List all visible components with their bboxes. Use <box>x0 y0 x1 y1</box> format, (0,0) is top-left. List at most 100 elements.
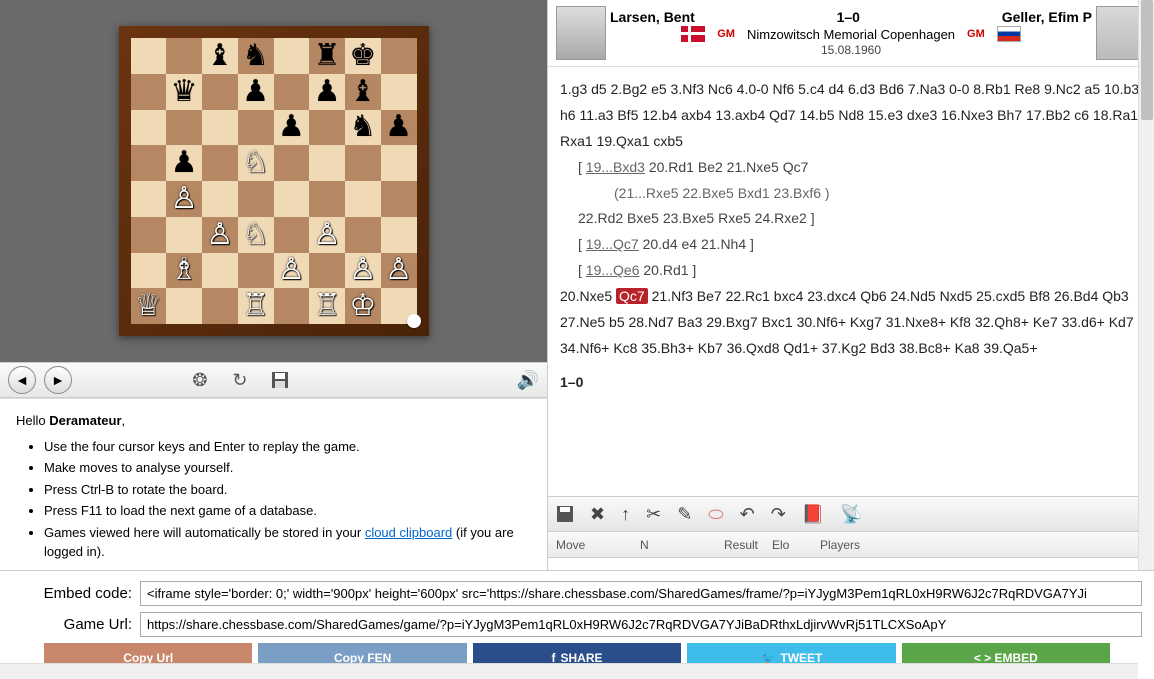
toolbar-undo-icon[interactable]: ↶ <box>740 504 755 525</box>
square[interactable]: ♟ <box>381 110 417 146</box>
square[interactable] <box>309 110 345 146</box>
square[interactable] <box>274 288 310 324</box>
piece-P[interactable]: ♙ <box>385 255 412 285</box>
variation-2-start[interactable]: 19...Qc7 <box>586 236 639 252</box>
variation-3-rest[interactable]: 20.Rd1 ] <box>643 262 696 278</box>
square[interactable]: ♙ <box>166 181 202 217</box>
square[interactable] <box>202 288 238 324</box>
toolbar-annotate-icon[interactable]: ✎ <box>677 504 692 525</box>
piece-p[interactable]: ♟ <box>385 112 412 142</box>
square[interactable] <box>131 253 167 289</box>
refresh-icon[interactable]: ↻ <box>229 369 251 391</box>
notation-main-2-pre[interactable]: 20.Nxe5 <box>560 288 612 304</box>
vertical-scrollbar[interactable] <box>1138 0 1154 570</box>
piece-N[interactable]: ♘ <box>242 148 269 178</box>
horizontal-scrollbar[interactable] <box>0 663 1138 679</box>
square[interactable]: ♙ <box>345 253 381 289</box>
toolbar-erase-icon[interactable]: ⬭ <box>708 504 723 525</box>
square[interactable] <box>131 181 167 217</box>
square[interactable]: ♙ <box>309 217 345 253</box>
variation-3-start[interactable]: 19...Qe6 <box>586 262 640 278</box>
piece-P[interactable]: ♙ <box>314 220 341 250</box>
col-move[interactable]: Move <box>556 538 640 552</box>
square[interactable]: ♙ <box>274 253 310 289</box>
piece-R[interactable]: ♖ <box>242 291 269 321</box>
square[interactable]: ♜ <box>309 38 345 74</box>
square[interactable] <box>202 74 238 110</box>
current-move[interactable]: Qc7 <box>616 288 648 304</box>
square[interactable] <box>345 217 381 253</box>
nav-forward-button[interactable]: ► <box>44 366 72 394</box>
chess-board[interactable]: ♝♞♜♚♛♟♟♝♟♞♟♟♘♙♙♘♙♗♙♙♙♕♖♖♔ <box>131 38 417 324</box>
square[interactable]: ♚ <box>345 38 381 74</box>
piece-p[interactable]: ♟ <box>171 148 198 178</box>
notation-main-1[interactable]: 1.g3 d5 2.Bg2 e5 3.Nf3 Nc6 4.0-0 Nf6 5.c… <box>560 81 1139 149</box>
square[interactable]: ♟ <box>238 74 274 110</box>
square[interactable]: ♗ <box>166 253 202 289</box>
square[interactable] <box>238 181 274 217</box>
game-url-input[interactable] <box>140 612 1142 637</box>
square[interactable] <box>202 145 238 181</box>
square[interactable]: ♟ <box>309 74 345 110</box>
embed-code-input[interactable] <box>140 581 1142 606</box>
square[interactable]: ♞ <box>238 38 274 74</box>
scrollbar-thumb[interactable] <box>1141 0 1153 120</box>
square[interactable] <box>345 145 381 181</box>
piece-p[interactable]: ♟ <box>242 77 269 107</box>
square[interactable] <box>381 74 417 110</box>
variation-1-rest[interactable]: 20.Rd1 Be2 21.Nxe5 Qc7 <box>649 159 809 175</box>
piece-b[interactable]: ♝ <box>349 77 376 107</box>
square[interactable] <box>166 38 202 74</box>
square[interactable] <box>131 110 167 146</box>
square[interactable]: ♕ <box>131 288 167 324</box>
piece-n[interactable]: ♞ <box>242 41 269 71</box>
variation-1-cont[interactable]: 22.Rd2 Bxe5 23.Bxe5 Rxe5 24.Rxe2 ] <box>578 210 815 226</box>
square[interactable]: ♟ <box>274 110 310 146</box>
square[interactable] <box>202 181 238 217</box>
col-players[interactable]: Players <box>820 538 1146 552</box>
piece-q[interactable]: ♛ <box>171 77 198 107</box>
cloud-clipboard-link[interactable]: cloud clipboard <box>365 525 452 540</box>
nav-back-button[interactable]: ◄ <box>8 366 36 394</box>
col-elo[interactable]: Elo <box>772 538 820 552</box>
piece-P[interactable]: ♙ <box>349 255 376 285</box>
square[interactable] <box>381 145 417 181</box>
piece-Q[interactable]: ♕ <box>135 291 162 321</box>
piece-k[interactable]: ♚ <box>349 41 376 71</box>
square[interactable] <box>131 145 167 181</box>
square[interactable] <box>166 110 202 146</box>
square[interactable] <box>274 181 310 217</box>
piece-R[interactable]: ♖ <box>314 291 341 321</box>
square[interactable] <box>202 253 238 289</box>
piece-p[interactable]: ♟ <box>278 112 305 142</box>
square[interactable] <box>131 74 167 110</box>
square[interactable] <box>381 181 417 217</box>
square[interactable]: ♝ <box>345 74 381 110</box>
square[interactable] <box>166 217 202 253</box>
square[interactable] <box>309 253 345 289</box>
toolbar-branch-icon[interactable]: ✖ <box>590 504 605 525</box>
piece-B[interactable]: ♗ <box>171 255 198 285</box>
piece-P[interactable]: ♙ <box>278 255 305 285</box>
square[interactable]: ♙ <box>381 253 417 289</box>
square[interactable]: ♘ <box>238 217 274 253</box>
square[interactable]: ♙ <box>202 217 238 253</box>
square[interactable]: ♟ <box>166 145 202 181</box>
square[interactable] <box>381 38 417 74</box>
toolbar-promote-icon[interactable]: ↑ <box>621 504 630 525</box>
square[interactable]: ♖ <box>238 288 274 324</box>
piece-b[interactable]: ♝ <box>206 41 233 71</box>
square[interactable] <box>309 181 345 217</box>
engine-icon[interactable]: ❂ <box>189 369 211 391</box>
square[interactable] <box>131 38 167 74</box>
square[interactable] <box>274 217 310 253</box>
square[interactable] <box>238 110 274 146</box>
square[interactable] <box>238 253 274 289</box>
variation-2-rest[interactable]: 20.d4 e4 21.Nh4 ] <box>643 236 754 252</box>
square[interactable]: ♞ <box>345 110 381 146</box>
square[interactable]: ♘ <box>238 145 274 181</box>
toolbar-book-icon[interactable]: 📕 <box>802 504 824 525</box>
square[interactable] <box>381 217 417 253</box>
col-result[interactable]: Result <box>724 538 772 552</box>
toolbar-save-icon[interactable] <box>556 505 574 523</box>
